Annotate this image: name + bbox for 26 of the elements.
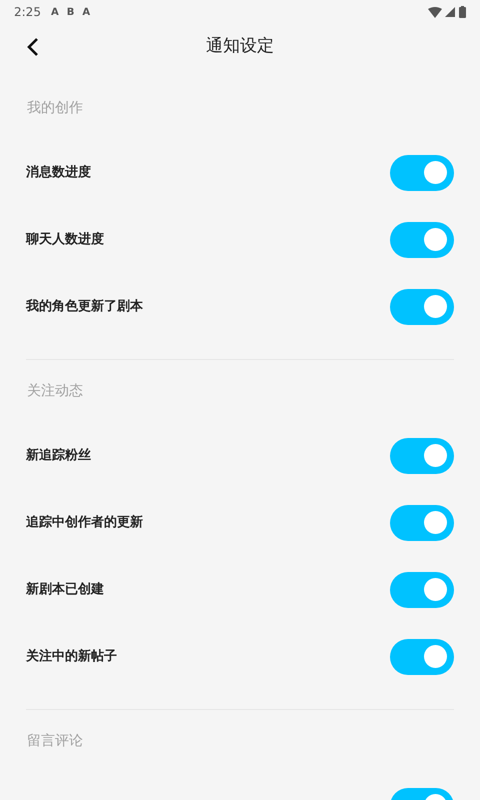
section-header: 我的创作 <box>27 98 83 118</box>
setting-label: 我的角色更新了剧本 <box>26 298 143 316</box>
setting-label: 新追踪粉丝 <box>26 446 91 465</box>
toggle-switch[interactable] <box>390 438 454 474</box>
setting-label: 关注中的新帖子 <box>26 648 117 666</box>
page-title: 通知设定 <box>206 35 274 58</box>
setting-label: 追踪中创作者的更新 <box>26 514 143 532</box>
toggle-switch[interactable] <box>390 504 454 540</box>
setting-label: 消息数进度 <box>26 164 91 182</box>
signal-icon <box>445 7 455 17</box>
setting-label: 新剧本已创建 <box>26 580 104 599</box>
toggle-switch[interactable] <box>390 154 454 190</box>
notification-icon: B <box>66 4 74 20</box>
back-icon <box>27 37 39 57</box>
wifi-icon <box>428 6 442 18</box>
toggle-switch[interactable] <box>390 222 454 258</box>
toggle-switch[interactable] <box>390 572 454 608</box>
section-header: 关注动态 <box>27 382 83 400</box>
battery-icon <box>459 6 466 18</box>
status-time: 2:25 <box>14 4 41 21</box>
notification-icon: A <box>50 4 59 20</box>
notification-icon: A <box>82 4 90 20</box>
section-header: 留言评论 <box>27 732 83 750</box>
toggle-switch[interactable] <box>390 638 454 674</box>
toggle-switch[interactable] <box>390 288 454 324</box>
setting-label: 聊天人数进度 <box>26 230 104 249</box>
